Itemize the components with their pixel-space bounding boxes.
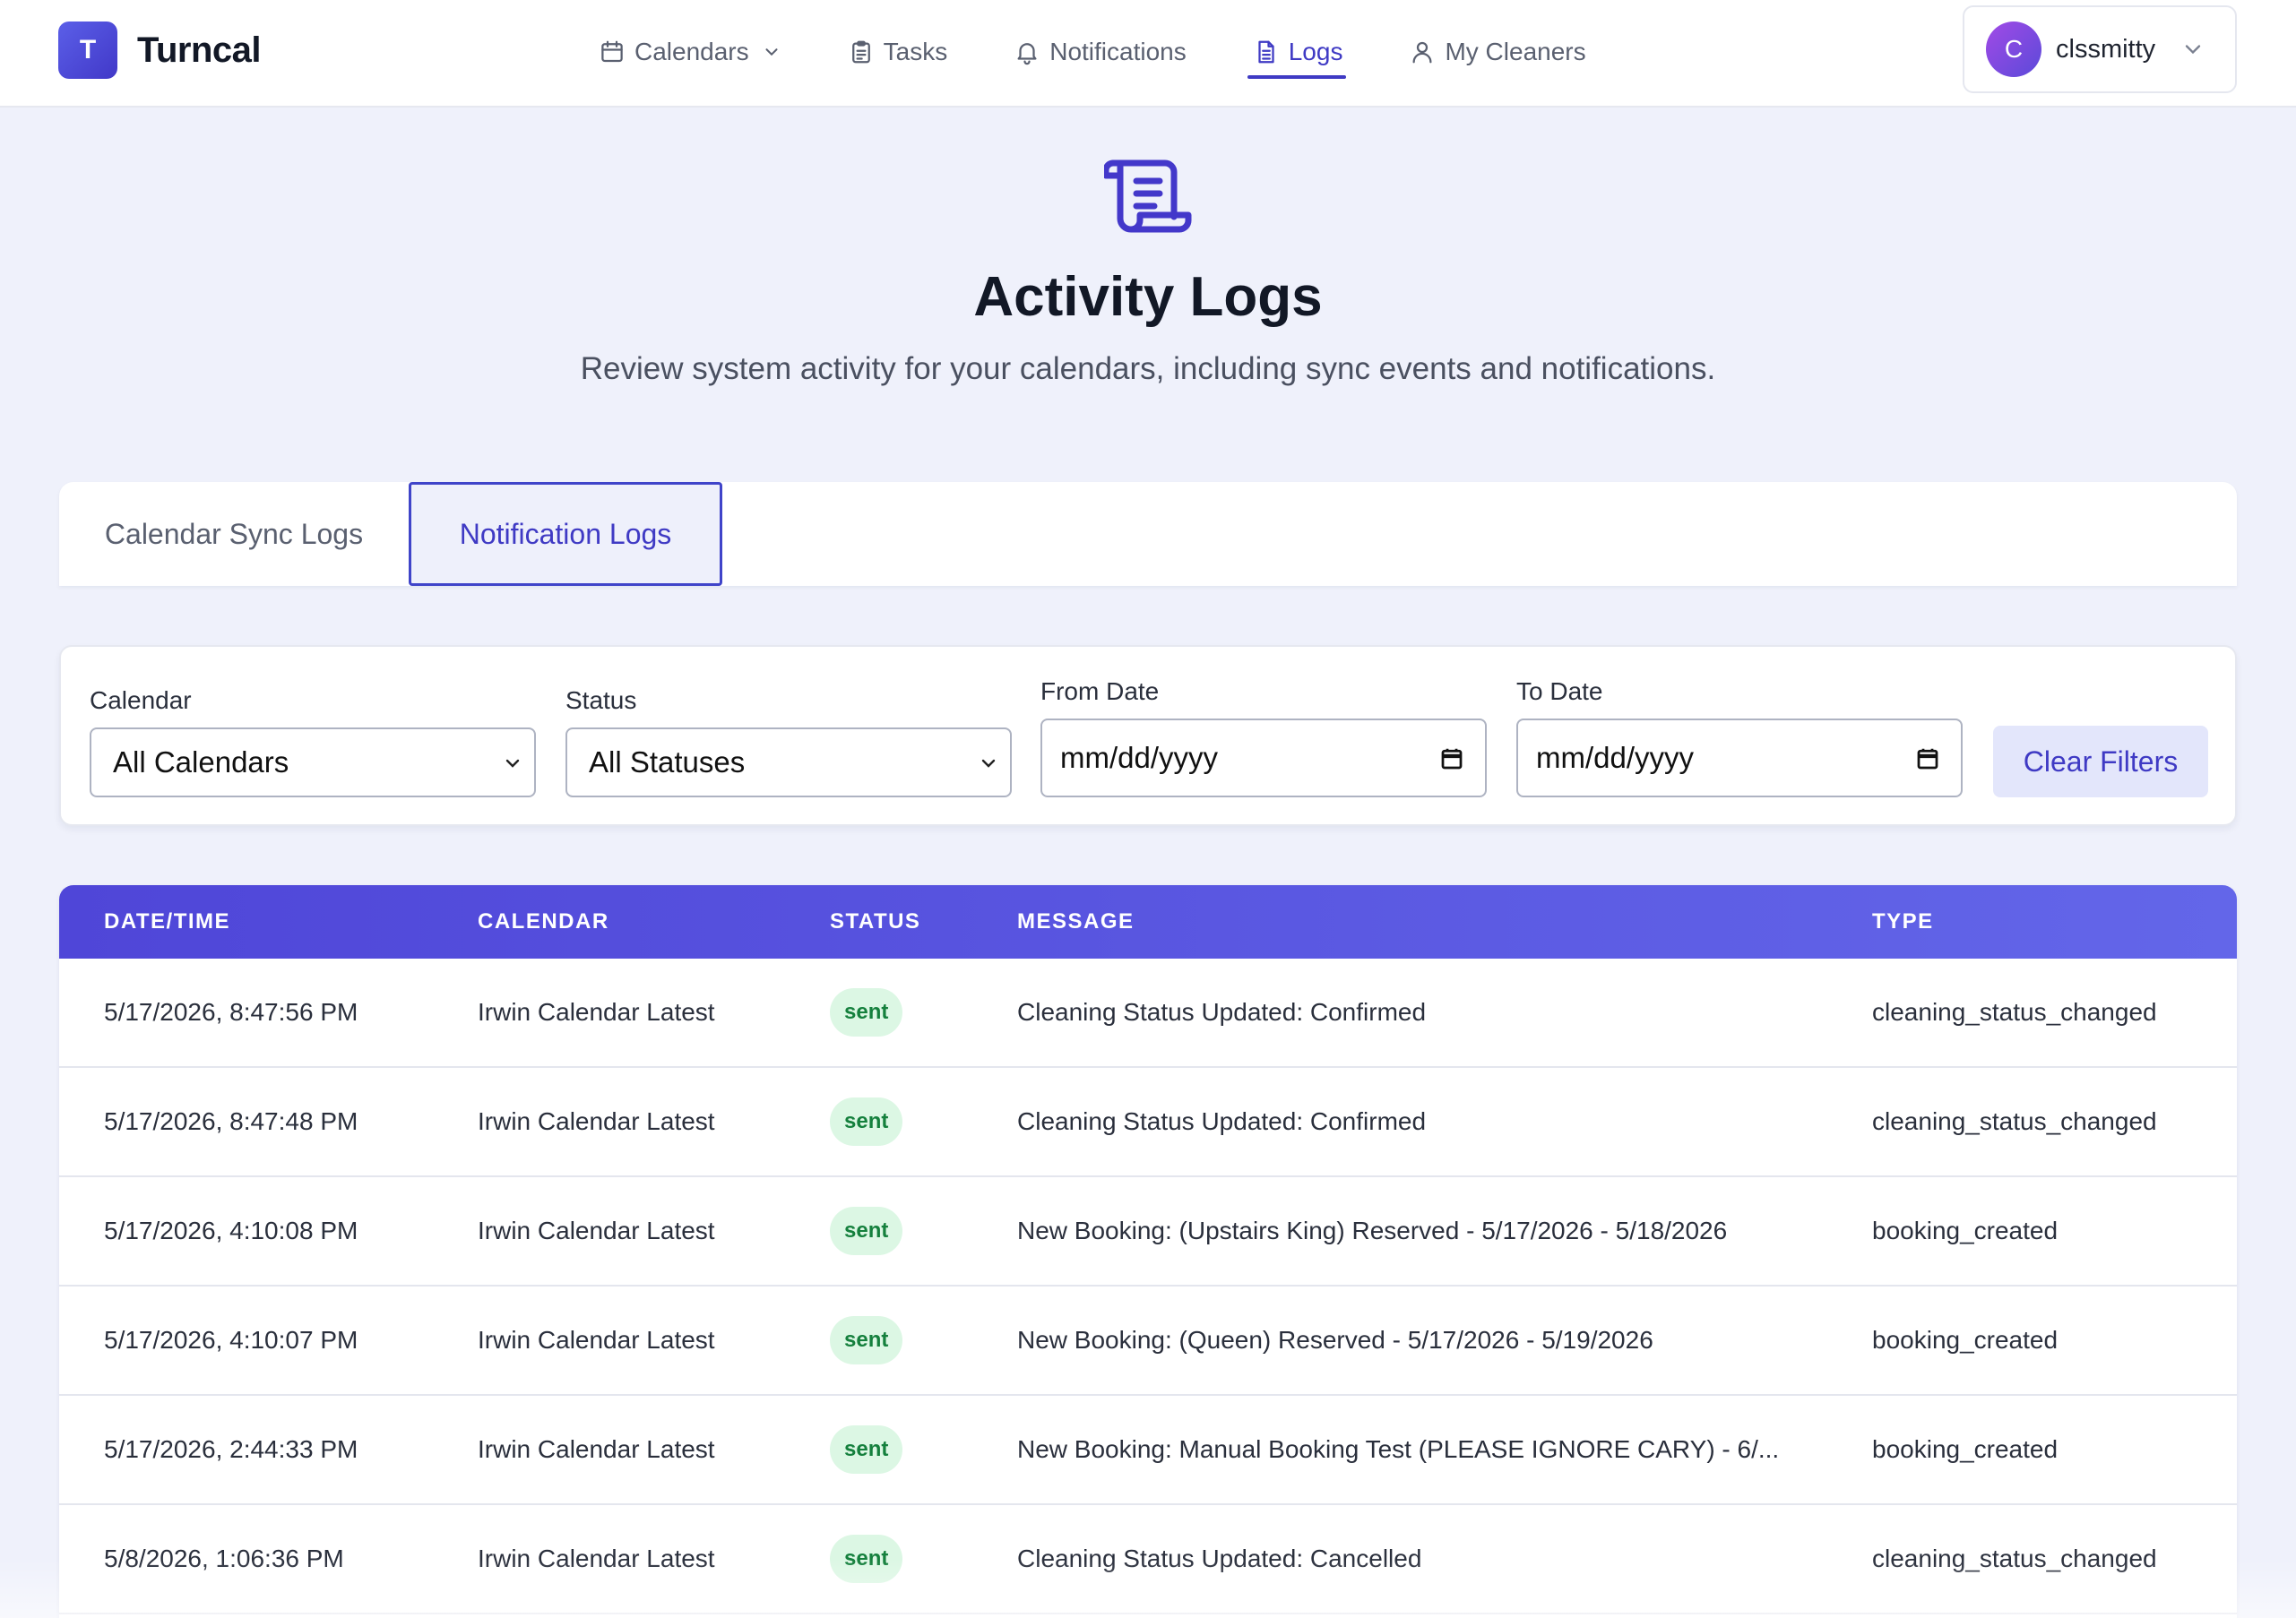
chevron-down-icon [981, 759, 996, 768]
cell-message: Cleaning Status Updated: Confirmed [1017, 1107, 1427, 1135]
username: clssmitty [2056, 34, 2156, 64]
status-badge: sent [830, 1097, 903, 1146]
column-header-calendar[interactable]: CALENDAR [478, 885, 609, 959]
table-row[interactable]: 5/8/2026, 1:06:36 PM Irwin Calendar Late… [59, 1505, 2237, 1614]
cell-calendar: Irwin Calendar Latest [478, 1545, 715, 1572]
status-badge: sent [830, 1207, 903, 1255]
cell-message: New Booking: Manual Booking Test (PLEASE… [1017, 1435, 1780, 1463]
chevron-down-icon [505, 759, 520, 768]
main-nav: Calendars Tasks Notifications Logs My Cl… [599, 30, 1653, 79]
cell-datetime: 5/17/2026, 4:10:08 PM [104, 1217, 358, 1244]
calendar-icon[interactable] [1438, 745, 1465, 772]
user-menu[interactable]: C clssmitty [1963, 5, 2237, 93]
cell-calendar: Irwin Calendar Latest [478, 1217, 715, 1244]
cell-type: booking_created [1872, 1435, 2059, 1463]
calendar-icon [601, 40, 623, 63]
chevron-down-icon [2186, 45, 2201, 55]
to-date-label: To Date [1516, 677, 1603, 705]
cell-type: cleaning_status_changed [1872, 998, 2157, 1026]
document-icon [1258, 40, 1274, 64]
table-row[interactable]: 5/17/2026, 8:47:48 PM Irwin Calendar Lat… [59, 1068, 2237, 1177]
cell-datetime: 5/17/2026, 8:47:48 PM [104, 1107, 358, 1135]
nav-label-my-cleaners: My Cleaners [1445, 38, 1586, 65]
status-cell: sent [830, 1396, 903, 1503]
status-filter-value: All Statuses [589, 745, 746, 779]
status-badge: sent [830, 1425, 903, 1474]
calendar-filter-value: All Calendars [113, 745, 289, 779]
scroll-icon [1104, 159, 1192, 233]
nav-label-calendars: Calendars [634, 38, 749, 65]
brand-logo[interactable]: T Turncal [58, 22, 262, 79]
status-cell: sent [830, 959, 903, 1066]
page-title: Activity Logs [973, 266, 1323, 328]
column-header-datetime[interactable]: DATE/TIME [104, 885, 230, 959]
cell-calendar: Irwin Calendar Latest [478, 1326, 715, 1354]
status-cell: sent [830, 1505, 903, 1613]
nav-label-tasks: Tasks [883, 38, 948, 65]
page-subtitle: Review system activity for your calendar… [580, 351, 1716, 386]
table-row[interactable]: 5/17/2026, 4:10:07 PM Irwin Calendar Lat… [59, 1287, 2237, 1396]
clipboard-icon [851, 40, 870, 64]
nav-item-my-cleaners[interactable]: My Cleaners [1409, 30, 1586, 73]
status-badge: sent [830, 1535, 903, 1583]
status-badge: sent [830, 988, 903, 1037]
nav-item-tasks[interactable]: Tasks [848, 30, 948, 73]
tab-notification-logs[interactable]: Notification Logs [409, 482, 722, 586]
cell-message: Cleaning Status Updated: Cancelled [1017, 1545, 1422, 1572]
status-filter-select[interactable]: All Statuses [565, 727, 1012, 797]
column-header-type[interactable]: TYPE [1872, 885, 1934, 959]
avatar: C [1986, 22, 2041, 77]
notification-logs-table: DATE/TIME CALENDAR STATUS MESSAGE TYPE 5… [59, 885, 2237, 1618]
from-date-value: mm/dd/yyyy [1060, 741, 1219, 774]
column-header-status[interactable]: STATUS [830, 885, 920, 959]
cell-datetime: 5/8/2026, 1:06:36 PM [104, 1545, 344, 1572]
user-icon [1412, 41, 1432, 64]
status-cell: sent [830, 1068, 903, 1175]
cell-datetime: 5/17/2026, 4:10:07 PM [104, 1326, 358, 1354]
cell-message: New Booking: (Upstairs King) Reserved - … [1017, 1217, 1728, 1244]
from-date-label: From Date [1040, 677, 1160, 705]
calendar-icon[interactable] [1914, 745, 1941, 772]
calendar-filter-select[interactable]: All Calendars [90, 727, 536, 797]
bell-icon [1017, 43, 1037, 65]
log-tabs: Calendar Sync Logs Notification Logs [59, 482, 2237, 586]
nav-item-calendars[interactable]: Calendars [599, 30, 781, 73]
tab-calendar-sync-logs[interactable]: Calendar Sync Logs [59, 482, 409, 586]
table-row[interactable]: 5/17/2026, 4:10:08 PM Irwin Calendar Lat… [59, 1177, 2237, 1287]
table-row[interactable]: 5/17/2026, 2:44:33 PM Irwin Calendar Lat… [59, 1396, 2237, 1505]
table-header: DATE/TIME CALENDAR STATUS MESSAGE TYPE [59, 885, 2237, 959]
table-row[interactable]: 5/17/2026, 8:47:56 PM Irwin Calendar Lat… [59, 959, 2237, 1068]
to-date-value: mm/dd/yyyy [1536, 741, 1695, 774]
nav-item-notifications[interactable]: Notifications [1014, 30, 1187, 73]
chevron-down-icon [765, 48, 778, 56]
status-cell: sent [830, 1177, 903, 1285]
cell-type: cleaning_status_changed [1872, 1545, 2157, 1572]
cell-message: Cleaning Status Updated: Confirmed [1017, 998, 1427, 1026]
cell-datetime: 5/17/2026, 2:44:33 PM [104, 1435, 358, 1463]
column-header-message[interactable]: MESSAGE [1017, 885, 1135, 959]
nav-label-notifications: Notifications [1049, 38, 1187, 65]
brand-name: Turncal [137, 30, 262, 70]
nav-label-logs: Logs [1288, 38, 1343, 65]
cell-message: New Booking: (Queen) Reserved - 5/17/202… [1017, 1326, 1653, 1354]
nav-item-logs[interactable]: Logs [1247, 30, 1347, 79]
cell-datetime: 5/17/2026, 8:47:56 PM [104, 998, 358, 1026]
cell-type: cleaning_status_changed [1872, 1107, 2157, 1135]
status-badge: sent [830, 1316, 903, 1364]
from-date-input[interactable]: mm/dd/yyyy [1040, 719, 1487, 797]
cell-type: booking_created [1872, 1217, 2059, 1244]
to-date-input[interactable]: mm/dd/yyyy [1516, 719, 1963, 797]
cell-calendar: Irwin Calendar Latest [478, 1435, 715, 1463]
cell-calendar: Irwin Calendar Latest [478, 1107, 715, 1135]
status-cell: sent [830, 1287, 903, 1394]
status-filter-label: Status [565, 686, 637, 714]
logo-mark: T [58, 22, 117, 79]
top-navbar: T Turncal Calendars Tasks Notifications … [0, 0, 2296, 108]
calendar-filter-label: Calendar [90, 686, 192, 714]
clear-filters-button[interactable]: Clear Filters [1993, 726, 2208, 797]
cell-type: booking_created [1872, 1326, 2059, 1354]
cell-calendar: Irwin Calendar Latest [478, 998, 715, 1026]
